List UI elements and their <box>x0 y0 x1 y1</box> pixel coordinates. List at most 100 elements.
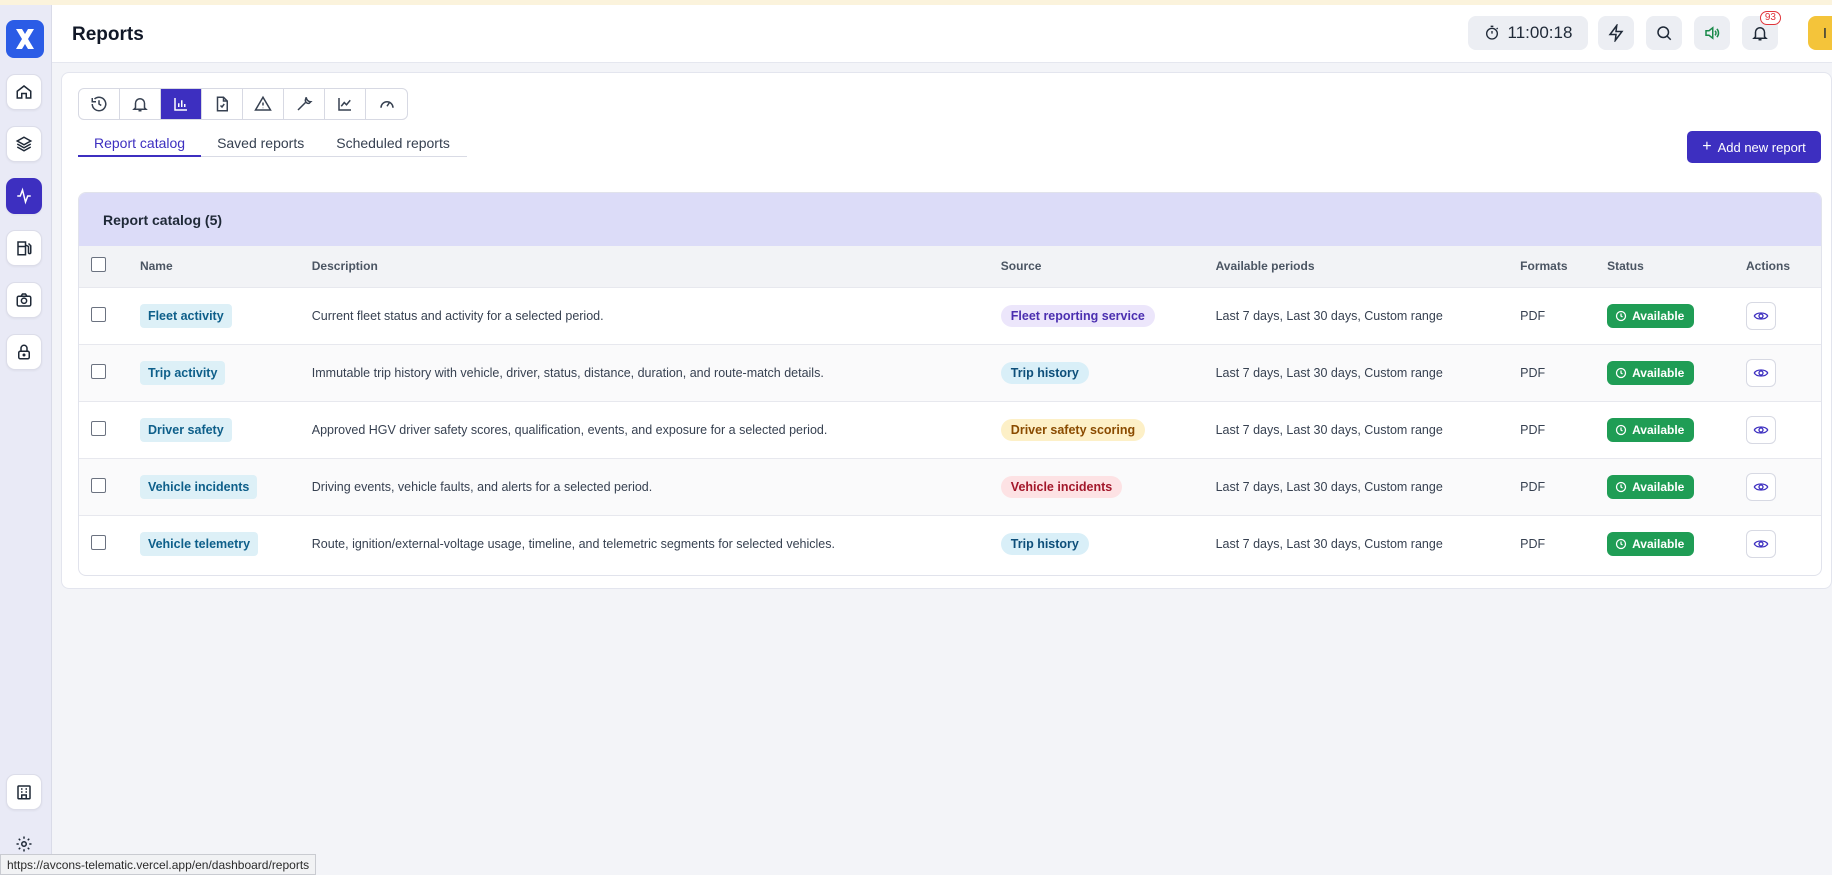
reports-card: Report catalog Saved reports Scheduled r… <box>61 72 1832 589</box>
view-report-button[interactable] <box>1745 415 1776 444</box>
available-periods: Last 7 days, Last 30 days, Custom range <box>1215 365 1443 380</box>
report-catalog-table: Report catalog (5) Name Description Sour… <box>78 192 1822 576</box>
bell-icon <box>132 98 148 112</box>
source-badge: Trip history <box>1000 361 1089 384</box>
avatar[interactable]: I <box>1808 16 1832 50</box>
lock-icon <box>18 344 30 360</box>
report-format: PDF <box>1520 365 1546 380</box>
toolbar-reports-button[interactable] <box>161 89 202 119</box>
sidebar-item-lock[interactable] <box>6 334 42 370</box>
column-header-status: Status <box>1607 259 1644 274</box>
clock-icon <box>1615 310 1627 321</box>
report-name-link[interactable]: Driver safety <box>139 417 232 442</box>
sidebar <box>0 5 52 875</box>
sidebar-item-camera[interactable] <box>6 282 42 318</box>
sound-button[interactable] <box>1694 16 1730 50</box>
layers-icon <box>15 136 33 152</box>
toolbar-analytics-button[interactable] <box>325 89 366 119</box>
toolbar-warnings-button[interactable] <box>243 89 284 119</box>
report-format: PDF <box>1520 536 1546 551</box>
toolbar-gauge-button[interactable] <box>366 89 407 119</box>
row-checkbox[interactable] <box>91 363 106 379</box>
gauge-icon <box>379 101 394 108</box>
source-badge: Fleet reporting service <box>1000 304 1155 327</box>
row-checkbox[interactable] <box>91 534 106 550</box>
activity-icon <box>17 187 31 205</box>
row-checkbox[interactable] <box>91 420 106 436</box>
column-header-formats: Formats <box>1520 259 1568 274</box>
stopwatch-icon <box>1485 25 1498 40</box>
status-label: Available <box>1632 479 1685 494</box>
report-tabs: Report catalog Saved reports Scheduled r… <box>78 129 467 157</box>
view-report-button[interactable] <box>1745 529 1776 558</box>
sidebar-item-activity[interactable] <box>6 178 42 214</box>
report-description: Route, ignition/external-voltage usage, … <box>311 536 835 551</box>
report-name-link[interactable]: Vehicle telemetry <box>139 531 259 556</box>
table-row: Fleet activity Current fleet status and … <box>79 287 1821 344</box>
status-badge: Available <box>1607 417 1695 442</box>
notifications-button[interactable]: 93 <box>1742 11 1781 50</box>
camera-icon <box>16 293 32 307</box>
gear-icon <box>16 836 32 852</box>
sidebar-item-building[interactable] <box>6 774 42 810</box>
report-name-link[interactable]: Vehicle incidents <box>139 474 258 499</box>
status-label: Available <box>1632 536 1685 551</box>
tab-report-catalog[interactable]: Report catalog <box>78 129 202 157</box>
quick-actions-button[interactable] <box>1598 16 1634 50</box>
top-header: Reports 11:00:18 93 I <box>52 5 1832 63</box>
table-row: Driver safety Approved HGV driver safety… <box>79 401 1821 458</box>
bar-chart-icon <box>174 98 187 111</box>
report-description: Driving events, vehicle faults, and aler… <box>311 479 653 494</box>
select-all-checkbox[interactable] <box>91 257 106 273</box>
sidebar-item-fuel[interactable] <box>6 230 42 266</box>
toolbar-history-button[interactable] <box>79 89 120 119</box>
column-header-source: Source <box>1000 259 1042 274</box>
status-label: Available <box>1632 365 1685 380</box>
toolbar-alerts-button[interactable] <box>120 89 161 119</box>
report-name-link[interactable]: Trip activity <box>139 360 226 385</box>
add-new-report-button[interactable]: + Add new report <box>1687 131 1821 163</box>
tab-saved-reports[interactable]: Saved reports <box>201 129 320 157</box>
plus-icon: + <box>1702 138 1712 155</box>
catalog-title: Report catalog (5) <box>79 193 1821 246</box>
available-periods: Last 7 days, Last 30 days, Custom range <box>1215 422 1443 437</box>
clock-icon <box>1615 424 1627 435</box>
file-icon <box>216 96 228 112</box>
add-new-report-label: Add new report <box>1717 139 1806 155</box>
table-row: Vehicle incidents Driving events, vehicl… <box>79 458 1821 515</box>
table-row: Trip activity Immutable trip history wit… <box>79 344 1821 401</box>
row-checkbox[interactable] <box>91 477 106 493</box>
search-icon <box>1657 26 1672 41</box>
report-name-link[interactable]: Fleet activity <box>139 303 232 328</box>
column-header-description: Description <box>311 259 378 274</box>
toolbar-maintenance-button[interactable] <box>284 89 325 119</box>
app-logo[interactable] <box>6 20 44 58</box>
building-icon <box>17 785 31 800</box>
eye-icon <box>1753 540 1769 548</box>
status-label: Available <box>1632 422 1685 437</box>
source-badge: Vehicle incidents <box>1000 475 1123 498</box>
view-report-button[interactable] <box>1745 358 1776 387</box>
column-header-periods: Available periods <box>1215 259 1315 274</box>
view-report-button[interactable] <box>1745 472 1776 501</box>
row-checkbox[interactable] <box>91 306 106 322</box>
page-title: Reports <box>72 24 144 45</box>
view-report-button[interactable] <box>1745 301 1776 330</box>
status-url-bar: https://avcons-telematic.vercel.app/en/d… <box>0 854 317 875</box>
speaker-icon <box>1705 26 1720 40</box>
search-button[interactable] <box>1646 16 1682 50</box>
sidebar-item-layers[interactable] <box>6 126 42 162</box>
toolbar-documents-button[interactable] <box>202 89 243 119</box>
column-header-actions: Actions <box>1745 259 1790 274</box>
sidebar-item-home[interactable] <box>6 74 42 110</box>
status-badge: Available <box>1607 303 1695 328</box>
clock-icon <box>1615 367 1627 378</box>
report-format: PDF <box>1520 479 1546 494</box>
available-periods: Last 7 days, Last 30 days, Custom range <box>1215 479 1443 494</box>
tab-scheduled-reports[interactable]: Scheduled reports <box>320 129 466 157</box>
report-description: Immutable trip history with vehicle, dri… <box>311 365 824 380</box>
column-header-name[interactable]: Name <box>140 246 312 287</box>
status-label: Available <box>1632 308 1685 323</box>
clock-widget[interactable]: 11:00:18 <box>1468 16 1588 50</box>
report-format: PDF <box>1520 308 1546 323</box>
